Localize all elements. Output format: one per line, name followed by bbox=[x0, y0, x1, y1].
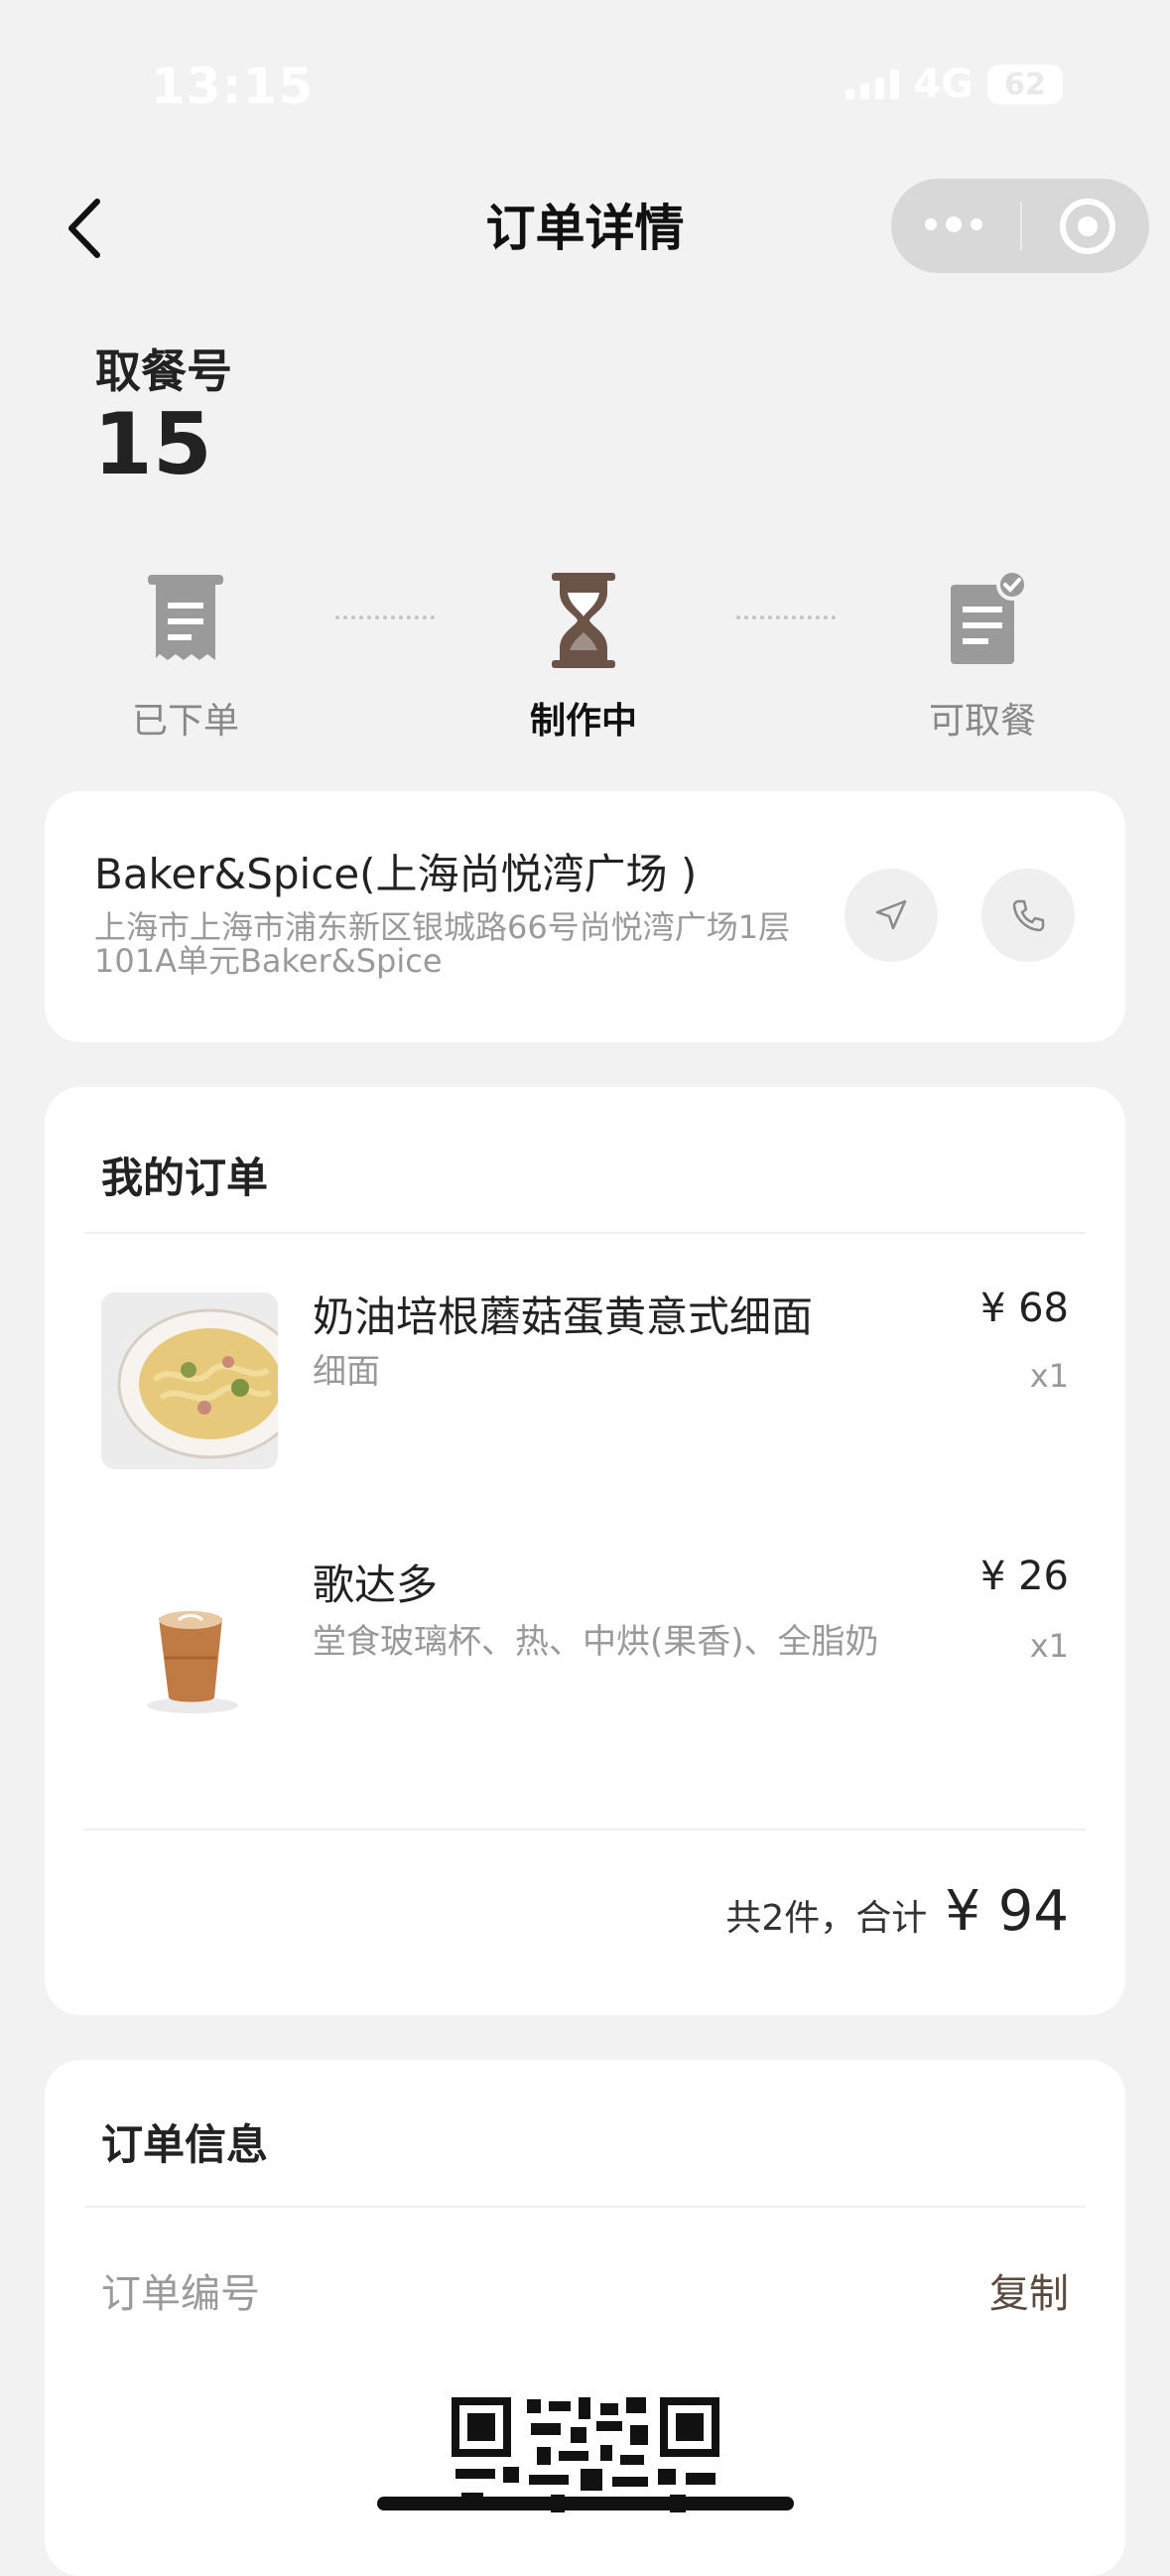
hourglass-icon bbox=[534, 571, 633, 670]
divider bbox=[84, 1232, 1086, 1234]
clipboard-check-icon bbox=[933, 569, 1032, 670]
pickup-label: 取餐号 bbox=[95, 344, 232, 398]
item-image-pasta bbox=[101, 1292, 278, 1469]
step-connector bbox=[736, 615, 836, 619]
item-name: 奶油培根蘑菇蛋黄意式细面 bbox=[313, 1292, 814, 1341]
receipt-icon bbox=[136, 571, 235, 670]
store-name: Baker&Spice(上海尚悦湾广场 ) bbox=[94, 850, 698, 898]
order-number-label: 订单编号 bbox=[101, 2271, 260, 2317]
network-type: 4G bbox=[913, 62, 974, 107]
step-connector bbox=[335, 615, 435, 619]
capsule-divider bbox=[1020, 203, 1022, 250]
phone-icon bbox=[1012, 899, 1045, 932]
step-ordered: 已下单 bbox=[66, 571, 305, 744]
item-image-cortado bbox=[101, 1559, 278, 1735]
status-indicators: 4G 62 bbox=[845, 62, 1063, 107]
store-address: 上海市上海市浦东新区银城路66号尚悦湾广场1层101A单元Baker&Spice bbox=[94, 908, 791, 980]
signal-icon bbox=[845, 69, 900, 99]
close-target-icon[interactable] bbox=[1060, 199, 1115, 254]
order-info-title: 订单信息 bbox=[101, 2120, 269, 2169]
divider bbox=[84, 2206, 1086, 2208]
step-preparing: 制作中 bbox=[464, 571, 703, 744]
step-ready: 可取餐 bbox=[863, 569, 1102, 744]
total-value: ¥ 94 bbox=[945, 1879, 1069, 1944]
item-options: 堂食玻璃杯、热、中烘(果香)、全脂奶 bbox=[313, 1622, 879, 1662]
more-icon[interactable] bbox=[925, 216, 982, 232]
mini-program-capsule bbox=[891, 179, 1149, 273]
status-time: 13:15 bbox=[151, 58, 315, 115]
navigation-arrow-icon bbox=[875, 899, 907, 930]
item-quantity: x1 bbox=[1029, 1627, 1069, 1665]
navigate-button[interactable] bbox=[845, 869, 938, 962]
divider bbox=[84, 1829, 1086, 1830]
call-button[interactable] bbox=[981, 869, 1075, 962]
item-price: ¥ 68 bbox=[979, 1286, 1069, 1331]
home-indicator bbox=[377, 2497, 794, 2510]
step-label: 制作中 bbox=[529, 701, 637, 742]
step-label: 已下单 bbox=[131, 701, 239, 742]
order-section-title: 我的订单 bbox=[101, 1153, 269, 1202]
total-label: 共2件，合计 bbox=[725, 1898, 928, 1939]
item-options: 细面 bbox=[313, 1352, 380, 1392]
item-quantity: x1 bbox=[1029, 1357, 1069, 1395]
order-card: 我的订单 奶油培根蘑菇蛋黄意式细面 细面 ¥ 68 x1 歌达多 堂食玻璃杯、热… bbox=[45, 1087, 1125, 2015]
store-card: Baker&Spice(上海尚悦湾广场 ) 上海市上海市浦东新区银城路66号尚悦… bbox=[45, 791, 1125, 1042]
order-total: 共2件，合计 ¥ 94 bbox=[725, 1879, 1069, 1944]
pickup-number: 15 bbox=[93, 395, 212, 494]
battery-icon: 62 bbox=[987, 65, 1063, 104]
item-price: ¥ 26 bbox=[979, 1554, 1069, 1599]
step-label: 可取餐 bbox=[928, 701, 1036, 742]
copy-button[interactable]: 复制 bbox=[989, 2261, 1069, 2319]
item-name: 歌达多 bbox=[313, 1560, 439, 1609]
